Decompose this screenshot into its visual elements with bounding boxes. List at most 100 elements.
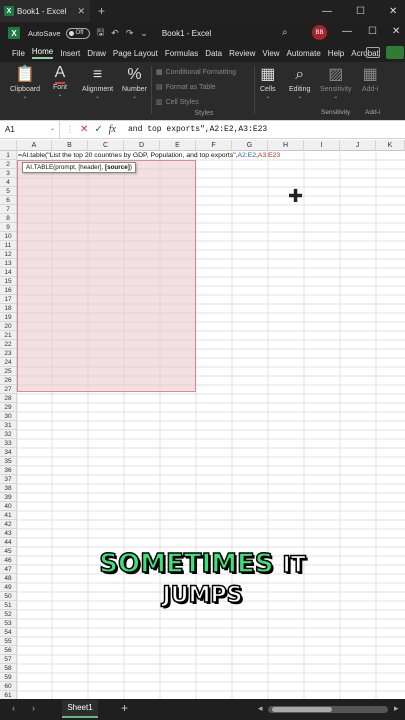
- scrollbar-thumb[interactable]: [272, 707, 332, 712]
- formula-ref-source: A3:E23: [257, 152, 281, 159]
- title-bar: X Book1 - Excel ✕ + — ☐ ✕: [0, 0, 405, 22]
- conditional-formatting-label: Conditional Formatting: [165, 69, 237, 76]
- chevron-right-icon[interactable]: ›: [32, 703, 35, 713]
- autosave-toggle[interactable]: Off: [65, 27, 90, 39]
- avatar[interactable]: BB: [312, 25, 327, 40]
- window-tab[interactable]: X Book1 - Excel ✕: [0, 0, 90, 22]
- addins-group-label: Add-i: [365, 109, 381, 116]
- formula-actions: ⋮ ✕ ✓ fx: [60, 124, 122, 135]
- cursor-cross-icon: ✚: [288, 186, 304, 206]
- sensitivity-label: Sensitivity: [320, 86, 352, 93]
- addins-label: Add-i: [362, 86, 379, 93]
- search-icon[interactable]: ⌕: [282, 27, 288, 38]
- formula-bar: A1 ⌄ ⋮ ✕ ✓ fx and top exports",A2:E2,A3:…: [0, 120, 405, 139]
- conditional-formatting-icon: ▦: [156, 69, 163, 76]
- close-tab-icon[interactable]: ✕: [77, 6, 85, 17]
- maximize-icon[interactable]: ☐: [356, 0, 365, 22]
- sheet-tab-bar: ‹ › Sheet1 + ◂ ▸: [0, 699, 405, 720]
- autosave-label: AutoSave: [28, 28, 61, 38]
- formula-ref-header: A2:E2: [237, 152, 257, 159]
- close-icon[interactable]: ✕: [392, 26, 400, 37]
- format-as-table-button[interactable]: ▤ Format as Table: [156, 80, 252, 95]
- caption-word: IT: [282, 552, 307, 579]
- restore-icon[interactable]: ☐: [368, 26, 377, 37]
- undo-icon[interactable]: ↶: [111, 28, 119, 39]
- chevron-down-icon: ⌄: [95, 94, 101, 100]
- minimize-icon[interactable]: —: [322, 0, 332, 22]
- sensitivity-group-label: Sensitivity: [321, 109, 351, 116]
- ribbon: 📋 Clipboard ⌄ A Font ⌄ ≡ Alignment ⌄ % N…: [0, 62, 405, 120]
- clipboard-icon: 📋: [15, 66, 35, 83]
- scroll-left-icon[interactable]: ◂: [258, 703, 263, 714]
- font-label: Font: [53, 84, 68, 91]
- formula-prefix: =AI.table("List the top 20 countries by …: [18, 152, 238, 159]
- caption-line-1: SOMETIMES IT: [0, 548, 405, 580]
- comments-icon[interactable]: [366, 47, 380, 58]
- number-button[interactable]: % Number ⌄: [122, 64, 147, 100]
- format-as-table-label: Format as Table: [165, 84, 216, 91]
- cell-styles-icon: ▥: [156, 99, 163, 106]
- minimize-icon[interactable]: —: [342, 26, 352, 37]
- alignment-label: Alignment: [82, 86, 114, 93]
- excel-app-icon: X: [8, 27, 20, 39]
- scroll-right-icon[interactable]: ▸: [394, 703, 399, 714]
- tab-data[interactable]: Data: [205, 49, 222, 58]
- styles-group: ▦ Conditional Formatting ▤ Format as Table…: [156, 65, 252, 117]
- chevron-left-icon[interactable]: ‹: [12, 703, 15, 713]
- chevron-down-icon[interactable]: ⌄: [50, 121, 55, 138]
- chevron-down-icon[interactable]: ⌄: [140, 28, 148, 39]
- find-icon: ⌕: [295, 66, 305, 83]
- align-icon: ≡: [92, 66, 103, 83]
- cell-a1-formula[interactable]: =AI.table("List the top 20 countries by …: [18, 152, 280, 159]
- addins-icon: ▦: [362, 66, 378, 83]
- tab-view[interactable]: View: [262, 49, 279, 58]
- tab-draw[interactable]: Draw: [87, 49, 106, 58]
- enter-icon[interactable]: ✓: [94, 124, 102, 135]
- tab-file[interactable]: File: [12, 49, 25, 58]
- font-button[interactable]: A Font ⌄: [53, 64, 67, 98]
- chevron-down-icon: ⌄: [57, 92, 63, 98]
- cells-icon: ▦: [260, 66, 276, 83]
- cells-label: Cells: [260, 86, 276, 93]
- sheet-tab[interactable]: Sheet1: [62, 700, 98, 718]
- chevron-down-icon: ⌄: [131, 94, 137, 100]
- cell-styles-button[interactable]: ▥ Cell Styles: [156, 95, 252, 110]
- new-tab-icon[interactable]: +: [98, 4, 105, 18]
- redo-icon[interactable]: ↷: [126, 28, 134, 39]
- tab-formulas[interactable]: Formulas: [165, 49, 198, 58]
- sensitivity-button[interactable]: ▨ Sensitivity ⌄: [320, 64, 352, 100]
- addins-button[interactable]: ▦ Add-i: [362, 64, 378, 93]
- number-label: Number: [122, 86, 147, 93]
- close-window-icon[interactable]: ✕: [389, 0, 397, 22]
- chevron-down-icon: ⌄: [265, 94, 271, 100]
- editing-button[interactable]: ⌕ Editing ⌄: [289, 64, 310, 100]
- quick-access-toolbar: X AutoSave Off 🖫 ↶ ↷ ⌄ Book1 - Excel ⌕ B…: [0, 22, 405, 44]
- tab-page-layout[interactable]: Page Layout: [113, 49, 158, 58]
- add-sheet-icon[interactable]: +: [121, 701, 128, 715]
- insert-function-icon[interactable]: fx: [109, 124, 116, 135]
- conditional-formatting-button[interactable]: ▦ Conditional Formatting: [156, 65, 252, 80]
- styles-group-label: Styles: [194, 110, 214, 117]
- cancel-icon[interactable]: ✕: [80, 124, 88, 135]
- name-box-value: A1: [5, 125, 15, 134]
- cells-button[interactable]: ▦ Cells ⌄: [260, 64, 276, 100]
- editing-label: Editing: [289, 86, 311, 93]
- divider: [254, 66, 255, 114]
- tab-home[interactable]: Home: [31, 47, 54, 59]
- sensitivity-icon: ▨: [328, 66, 344, 83]
- tab-review[interactable]: Review: [229, 49, 255, 58]
- tab-help[interactable]: Help: [328, 49, 344, 58]
- share-button[interactable]: [386, 46, 404, 59]
- chevron-down-icon: ⌄: [22, 94, 28, 100]
- worksheet-grid[interactable]: A B C D E F G H I J K 1 2 3 4 5 6 7 8 9 10 11 12 13 1…: [0, 140, 405, 700]
- caption-line-2: JUMPS: [162, 582, 243, 609]
- clipboard-button[interactable]: 📋 Clipboard ⌄: [10, 64, 40, 100]
- save-icon[interactable]: 🖫: [97, 25, 105, 41]
- name-box[interactable]: A1 ⌄: [0, 121, 60, 138]
- referenced-range-highlight: [17, 160, 196, 392]
- tab-automate[interactable]: Automate: [287, 49, 321, 58]
- formula-input[interactable]: and top exports",A2:E2,A3:E23: [122, 125, 267, 134]
- alignment-button[interactable]: ≡ Alignment ⌄: [82, 64, 113, 100]
- tab-insert[interactable]: Insert: [60, 49, 80, 58]
- window-tab-title: Book1 - Excel: [17, 6, 67, 16]
